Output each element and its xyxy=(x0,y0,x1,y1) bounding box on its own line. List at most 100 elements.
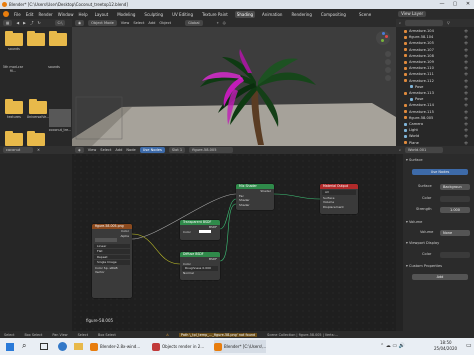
scene-selector[interactable]: Scene xyxy=(359,12,371,17)
target-select[interactable]: All xyxy=(322,190,356,195)
file-name-field[interactable]: coconut xyxy=(3,147,33,153)
visibility-icon[interactable]: 👁 xyxy=(464,85,468,89)
menu-render[interactable]: Render xyxy=(38,12,52,17)
taskbar-app[interactable]: Blender* [C:\Users\... xyxy=(214,340,267,353)
visibility-icon[interactable]: 👁 xyxy=(464,54,468,58)
tab-rendering[interactable]: Rendering xyxy=(289,11,313,18)
menu-help[interactable]: Help xyxy=(78,12,87,17)
tab-modeling[interactable]: Modeling xyxy=(115,11,137,18)
notifications-icon[interactable]: ▭ xyxy=(466,342,472,349)
background-color-swatch[interactable] xyxy=(440,196,470,202)
color-input[interactable]: Color xyxy=(180,230,220,235)
tab-texture-paint[interactable]: Texture Paint xyxy=(200,11,230,18)
image-texture-node[interactable]: figure-58.005.png Color Alpha Linear Fla… xyxy=(92,224,132,298)
file-item[interactable] xyxy=(26,131,46,147)
file-item[interactable]: sounds xyxy=(4,31,24,51)
minimize-button[interactable]: — xyxy=(436,0,448,9)
visibility-icon[interactable]: 👁 xyxy=(464,103,468,107)
file-item[interactable]: UniversalVe... xyxy=(26,99,50,119)
task-view-icon[interactable] xyxy=(40,343,48,350)
material-output-node[interactable]: Material Output All Surface Volume Displ… xyxy=(320,184,358,214)
camera-icon[interactable] xyxy=(385,67,391,73)
file-item[interactable]: 5th mod-car fil... xyxy=(0,65,26,73)
visibility-icon[interactable]: 👁 xyxy=(464,66,468,70)
menu-object[interactable]: Object xyxy=(159,21,171,25)
file-explorer-icon[interactable] xyxy=(74,343,83,350)
taskbar-app[interactable]: Blender-2.8x-wind... xyxy=(90,340,140,353)
menu-window[interactable]: Window xyxy=(58,12,74,17)
custom-properties-header[interactable]: ▾ Custom Properties xyxy=(406,264,442,271)
tab-layout[interactable]: Layout xyxy=(93,11,111,18)
browser-icon[interactable] xyxy=(58,342,67,351)
viewport-display-header[interactable]: ▾ Viewport Display xyxy=(406,241,439,248)
transparent-bsdf-node[interactable]: Transparent BSDF BSDF Color xyxy=(180,220,220,240)
tab-compositing[interactable]: Compositing xyxy=(319,11,348,18)
tab-shading[interactable]: Shading xyxy=(234,10,256,18)
visibility-icon[interactable]: 👁 xyxy=(464,134,468,138)
color-swatch[interactable] xyxy=(198,230,211,233)
search-icon[interactable]: ⌕ xyxy=(22,341,26,351)
visibility-icon[interactable]: 👁 xyxy=(464,91,468,95)
strength-field[interactable]: 1.000 xyxy=(440,207,470,213)
filter-icon[interactable]: ▽ xyxy=(447,21,450,25)
menu-add[interactable]: Add xyxy=(115,148,122,152)
snap-icon[interactable]: ⌖ xyxy=(217,21,219,25)
menu-view[interactable]: View xyxy=(121,21,130,25)
file-item[interactable]: coconut_tre... xyxy=(48,109,72,132)
zoom-icon[interactable] xyxy=(385,51,391,57)
nav-gizmo[interactable] xyxy=(376,31,390,45)
extension-select[interactable]: Repeat xyxy=(94,254,130,259)
editor-type-icon[interactable]: ◉ xyxy=(75,20,85,26)
clock-time[interactable]: 18:50 xyxy=(440,340,452,345)
editor-type-icon[interactable]: ◈ xyxy=(75,147,84,153)
visibility-icon[interactable]: 👁 xyxy=(464,35,468,39)
view-layer-selector[interactable]: View Layer xyxy=(398,11,427,17)
volume-section-header[interactable]: ▾ Volume xyxy=(406,220,422,227)
visibility-icon[interactable]: 👁 xyxy=(464,141,468,145)
close-button[interactable]: ✕ xyxy=(462,0,474,9)
file-item[interactable]: sounds xyxy=(44,65,64,69)
refresh-icon[interactable]: ↻ xyxy=(38,21,41,25)
menu-select[interactable]: Select xyxy=(100,148,111,152)
tab-uv-editing[interactable]: UV Editing xyxy=(170,11,195,18)
proportional-icon[interactable]: ◎ xyxy=(223,21,226,25)
outliner-filter[interactable] xyxy=(405,20,444,26)
visibility-icon[interactable]: 👁 xyxy=(464,97,468,101)
visibility-icon[interactable]: 👁 xyxy=(464,116,468,120)
menu-view[interactable]: View xyxy=(88,148,97,152)
add-property-button[interactable]: Add xyxy=(412,274,468,280)
menu-add[interactable]: Add xyxy=(148,21,155,25)
visibility-icon[interactable]: 👁 xyxy=(464,110,468,114)
menu-file[interactable]: File xyxy=(14,12,21,17)
visibility-icon[interactable]: 👁 xyxy=(464,72,468,76)
surface-section-header[interactable]: ▾ Surface xyxy=(406,158,423,165)
menu-edit[interactable]: Edit xyxy=(26,12,34,17)
menu-node[interactable]: Node xyxy=(126,148,135,152)
system-tray-icons[interactable]: ⌃ ☁ ▭ 🔊 xyxy=(380,343,405,349)
projection-select[interactable]: Flat xyxy=(94,249,130,254)
file-item[interactable] xyxy=(4,131,24,147)
file-item[interactable]: textures xyxy=(4,99,24,119)
mix-shader-node[interactable]: Mix Shader Shader Fac Shader Shader xyxy=(236,184,274,210)
editor-type-icon[interactable]: ▦ xyxy=(3,20,13,26)
menu-select[interactable]: Select xyxy=(133,21,144,25)
maximize-button[interactable]: ▢ xyxy=(449,0,461,9)
visibility-icon[interactable]: 👁 xyxy=(464,48,468,52)
interpolation-select[interactable]: Linear xyxy=(94,243,130,248)
visibility-icon[interactable]: 👁 xyxy=(464,29,468,33)
3d-viewport[interactable]: ◉ Object Mode View Select Add Object Glo… xyxy=(72,19,396,146)
path-field[interactable]: C:\ xyxy=(54,20,66,26)
clock-date[interactable]: 25/04/2020 xyxy=(434,346,457,351)
file-item[interactable] xyxy=(48,31,68,47)
status-message[interactable]: Path \_tpl_temp_..._figure-58.png' not f… xyxy=(178,332,258,337)
perspective-icon[interactable] xyxy=(385,75,391,81)
surface-shader-select[interactable]: Backgroun xyxy=(440,184,470,190)
file-item[interactable] xyxy=(26,31,46,47)
orientation-selector[interactable]: Global xyxy=(185,20,203,26)
image-preview[interactable] xyxy=(92,238,132,243)
mode-selector[interactable]: Object Mode xyxy=(88,20,117,26)
visibility-icon[interactable]: 👁 xyxy=(464,41,468,45)
material-selector[interactable]: figure-58.005 xyxy=(189,147,234,153)
source-select[interactable]: Single Image xyxy=(94,260,130,265)
use-nodes-button[interactable]: Use Nodes xyxy=(412,169,468,175)
